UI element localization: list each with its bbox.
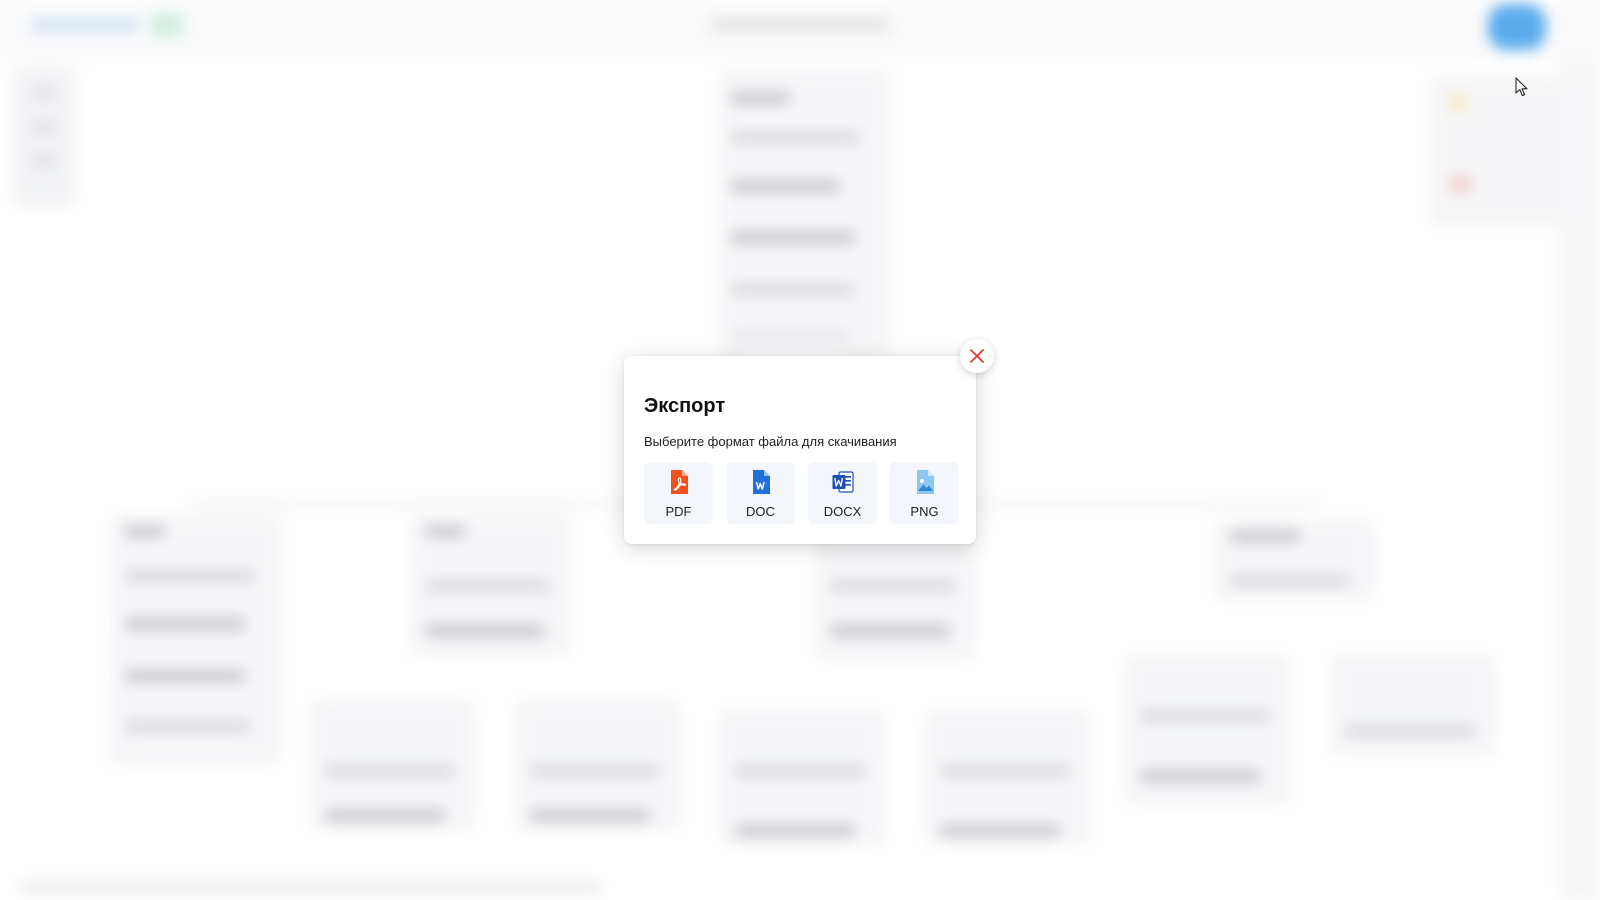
panel-marker	[1450, 176, 1472, 192]
node-line	[940, 825, 1060, 837]
png-icon	[916, 470, 934, 494]
doc-icon	[752, 470, 770, 494]
node-line	[830, 625, 950, 637]
vertical-scroll-area	[1560, 60, 1600, 900]
export-docx-button[interactable]: DOCX	[808, 462, 877, 524]
node-line	[1230, 575, 1350, 587]
document-title-placeholder	[710, 16, 890, 34]
toolbar-item	[32, 122, 56, 132]
node-line	[325, 765, 455, 777]
node-line	[1140, 770, 1260, 782]
node-line	[730, 284, 855, 296]
close-dialog-button[interactable]	[960, 339, 994, 373]
node-line	[530, 765, 660, 777]
format-label-png: PNG	[910, 504, 939, 519]
node-line	[125, 570, 255, 582]
export-pdf-button[interactable]: PDF	[644, 462, 713, 524]
dialog-title: Экспорт	[644, 395, 726, 417]
mouse-cursor-icon	[1515, 77, 1528, 97]
node-line	[1230, 530, 1300, 542]
node-line	[1345, 725, 1475, 737]
node-line	[125, 618, 245, 630]
format-label-doc: DOC	[746, 504, 775, 519]
node-line	[425, 625, 545, 637]
node-line	[325, 810, 445, 822]
format-label-docx: DOCX	[823, 504, 862, 519]
app-logo	[30, 16, 140, 34]
child-node-card	[815, 530, 975, 660]
user-avatar	[1488, 4, 1546, 50]
pdf-icon	[670, 470, 688, 494]
node-line	[730, 330, 850, 342]
toolbar-item	[32, 88, 56, 98]
toolbar-item	[32, 156, 56, 166]
leaf-node-card	[1330, 655, 1495, 755]
node-line	[425, 525, 465, 537]
node-line	[735, 765, 865, 777]
node-line	[125, 670, 245, 682]
export-dialog: Экспорт Выберите формат файла для скачив…	[624, 356, 976, 544]
node-line	[940, 765, 1070, 777]
app-logo-badge	[150, 12, 184, 38]
horizontal-scrollbar[interactable]	[20, 882, 600, 892]
export-png-button[interactable]: PNG	[890, 462, 959, 524]
node-line	[530, 810, 650, 822]
screen: Экспорт Выберите формат файла для скачив…	[0, 0, 1600, 900]
left-toolbar	[12, 66, 76, 206]
node-line	[735, 825, 855, 837]
leaf-node-card	[1125, 655, 1290, 805]
node-line	[830, 580, 955, 592]
node-line	[730, 132, 860, 144]
format-options: PDF DOC DOCX PNG	[644, 462, 959, 524]
panel-marker	[1448, 96, 1466, 110]
export-doc-button[interactable]: DOC	[726, 462, 795, 524]
node-line	[730, 232, 855, 244]
format-label-pdf: PDF	[665, 504, 692, 519]
node-line	[730, 92, 790, 104]
node-line	[125, 525, 165, 537]
docx-icon	[832, 471, 854, 493]
dialog-subtitle: Выберите формат файла для скачивания	[644, 434, 897, 449]
node-line	[730, 180, 840, 192]
root-node-card	[720, 70, 890, 370]
node-line	[1140, 710, 1270, 722]
node-line	[125, 720, 250, 732]
close-icon	[970, 349, 984, 363]
node-line	[425, 580, 550, 592]
